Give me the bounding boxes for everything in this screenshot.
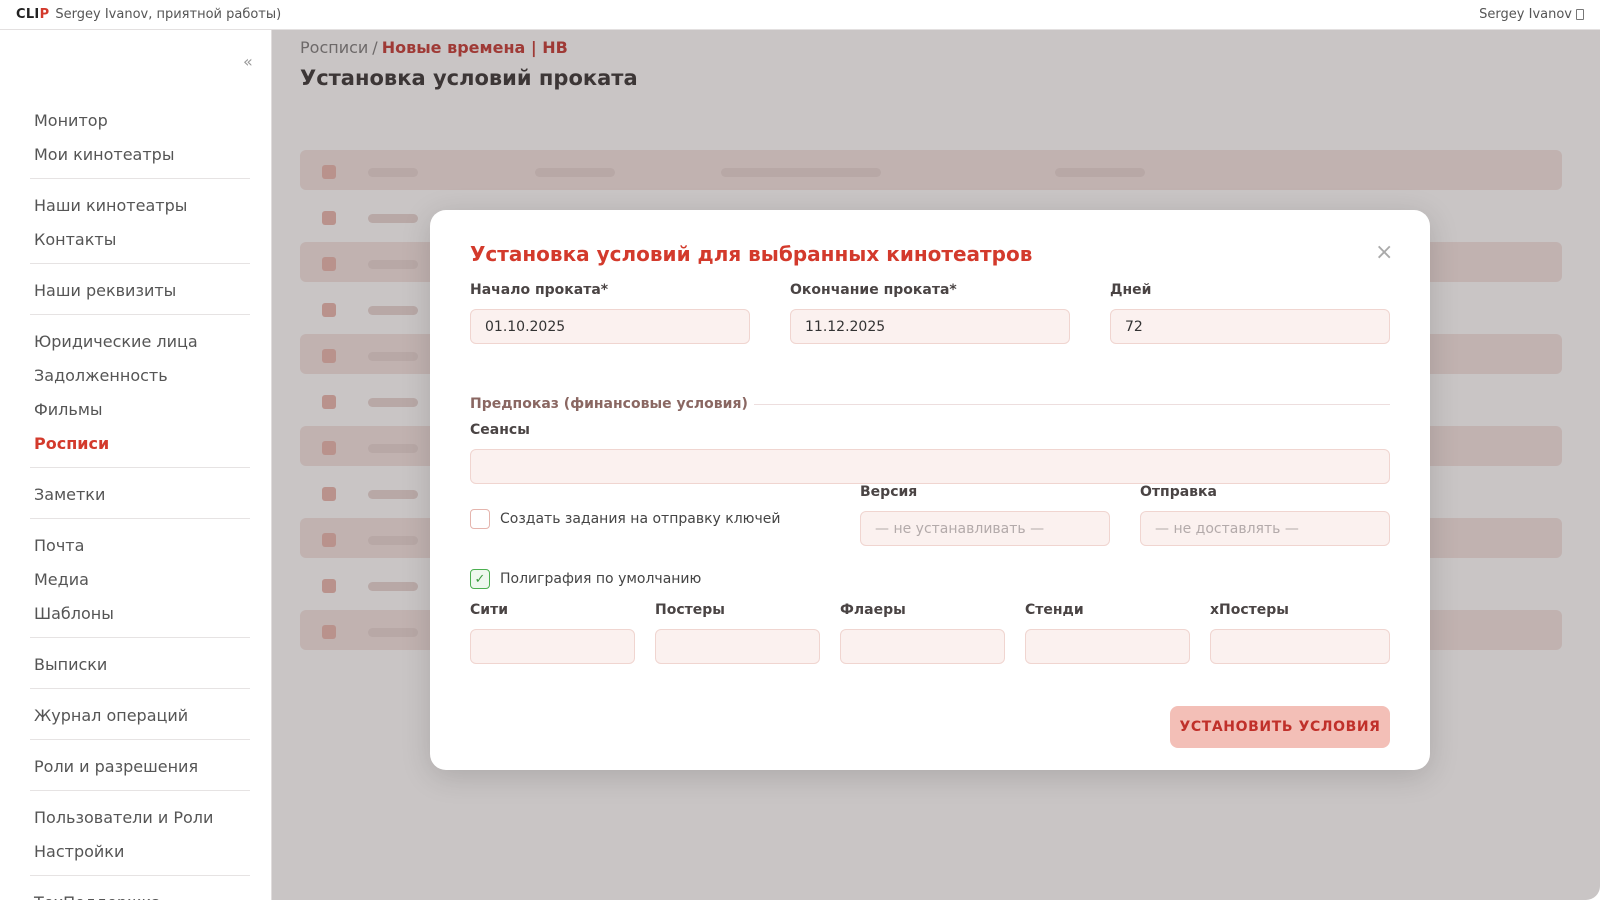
sidebar-item[interactable]: Заметки <box>30 478 250 512</box>
end-date-label: Окончание проката* <box>790 282 957 298</box>
nav-group: Пользователи и Роли Настройки <box>30 797 250 876</box>
delivery-label: Отправка <box>1140 484 1217 500</box>
printing-checkbox-row[interactable]: ✓ Полиграфия по умолчанию <box>470 569 701 589</box>
sidebar-item[interactable]: Выписки <box>30 648 250 682</box>
sidebar-item[interactable]: Фильмы <box>30 393 250 427</box>
sidebar-item[interactable]: Шаблоны <box>30 597 250 631</box>
logo-text-accent: P <box>39 7 50 22</box>
sidebar-item[interactable]: Контакты <box>30 223 250 257</box>
sidebar-item[interactable]: Почта <box>30 529 250 563</box>
delivery-select[interactable]: — не доставлять — <box>1140 511 1390 546</box>
top-bar: CLIP Sergey Ivanov, приятной работы) Ser… <box>0 0 1600 30</box>
printing-checkbox[interactable]: ✓ <box>470 569 490 589</box>
start-date-label: Начало проката* <box>470 282 609 298</box>
nav-group: Монитор Мои кинотеатры <box>30 100 250 179</box>
sidebar-nav: Монитор Мои кинотеатры Наши кинотеатры Конт… <box>30 100 250 900</box>
xposters-label: хПостеры <box>1210 602 1289 618</box>
flyers-label: Флаеры <box>840 602 906 618</box>
nav-group: Роли и разрешения <box>30 746 250 791</box>
user-name: Sergey Ivanov <box>1479 7 1572 22</box>
nav-group: Почта Медиа Шаблоны <box>30 525 250 638</box>
sidebar-item[interactable]: Мои кинотеатры <box>30 138 250 172</box>
printing-checkbox-label: Полиграфия по умолчанию <box>500 571 702 587</box>
days-field[interactable]: 72 <box>1110 309 1390 344</box>
city-label: Сити <box>470 602 509 618</box>
sidebar-item[interactable]: Медиа <box>30 563 250 597</box>
version-select[interactable]: — не устанавливать — <box>860 511 1110 546</box>
days-label: Дней <box>1110 282 1152 298</box>
posters-label: Постеры <box>655 602 725 618</box>
sidebar-item[interactable]: Наши реквизиты <box>30 274 250 308</box>
set-conditions-modal: Установка условий для выбранных кинотеат… <box>430 210 1430 770</box>
section-title: Предпоказ (финансовые условия) <box>470 396 748 412</box>
section-divider <box>753 403 1390 405</box>
check-icon: ✓ <box>474 571 486 587</box>
flyers-field[interactable] <box>840 629 1005 664</box>
sidebar-item[interactable]: ТехПоддержка <box>30 886 250 900</box>
nav-group: Наши кинотеатры Контакты <box>30 185 250 264</box>
keys-checkbox[interactable] <box>470 509 490 529</box>
collapse-sidebar-icon[interactable]: « <box>243 52 253 71</box>
sessions-field[interactable] <box>470 449 1390 484</box>
version-label: Версия <box>860 484 918 500</box>
sidebar-item[interactable]: Роли и разрешения <box>30 750 250 784</box>
set-conditions-button[interactable]: УСТАНОВИТЬ УСЛОВИЯ <box>1170 706 1390 748</box>
city-field[interactable] <box>470 629 635 664</box>
sidebar-item[interactable]: Монитор <box>30 104 250 138</box>
sidebar-item[interactable]: Пользователи и Роли <box>30 801 250 835</box>
end-date-field[interactable]: 11.12.2025 <box>790 309 1070 344</box>
nav-group: ТехПоддержка <box>30 882 250 900</box>
keys-checkbox-row[interactable]: Создать задания на отправку ключей <box>470 509 780 529</box>
nav-group: Журнал операций <box>30 695 250 740</box>
logo[interactable]: CLIP <box>16 7 49 22</box>
posters-field[interactable] <box>655 629 820 664</box>
nav-group: Наши реквизиты <box>30 270 250 315</box>
standees-field[interactable] <box>1025 629 1190 664</box>
preview-section-header: Предпоказ (финансовые условия) <box>470 396 1390 412</box>
sidebar-item[interactable]: Настройки <box>30 835 250 869</box>
nav-group: Юридические лица Задолженность Фильмы Роспи… <box>30 321 250 468</box>
sidebar-item[interactable]: Задолженность <box>30 359 250 393</box>
sidebar-item[interactable]: Журнал операций <box>30 699 250 733</box>
nav-group: Выписки <box>30 644 250 689</box>
keys-checkbox-label: Создать задания на отправку ключей <box>500 511 781 527</box>
greeting-text: Sergey Ivanov, приятной работы) <box>55 7 282 22</box>
nav-group: Заметки <box>30 474 250 519</box>
sidebar: « Монитор Мои кинотеатры Наши кинотеатры Ко… <box>0 30 272 900</box>
sidebar-item[interactable]: Росписи <box>30 427 250 461</box>
start-date-field[interactable]: 01.10.2025 <box>470 309 750 344</box>
user-menu[interactable]: Sergey Ivanov <box>1479 7 1584 22</box>
logo-text-main: CLI <box>16 7 40 22</box>
sidebar-item[interactable]: Юридические лица <box>30 325 250 359</box>
sidebar-item[interactable]: Наши кинотеатры <box>30 189 250 223</box>
xposters-field[interactable] <box>1210 629 1390 664</box>
sessions-label: Сеансы <box>470 422 530 438</box>
modal-title: Установка условий для выбранных кинотеат… <box>470 242 1033 266</box>
standees-label: Стенди <box>1025 602 1084 618</box>
user-icon <box>1576 9 1584 20</box>
close-icon[interactable]: × <box>1375 240 1393 265</box>
